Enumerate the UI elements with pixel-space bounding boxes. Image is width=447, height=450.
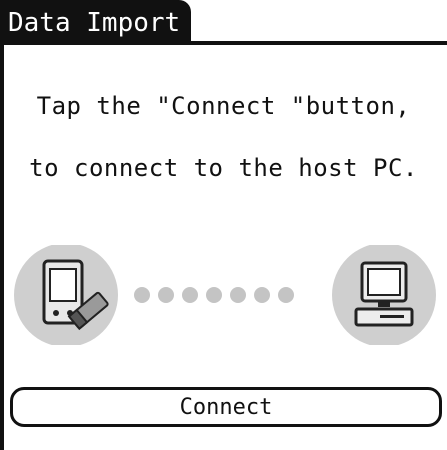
title-divider: [0, 41, 447, 45]
connect-button-label: Connect: [179, 394, 273, 420]
connection-dot: [230, 287, 246, 303]
instruction-line-1: Tap the "Connect "button,: [36, 92, 411, 120]
connection-dot: [206, 287, 222, 303]
connection-dot: [254, 287, 270, 303]
connection-dot: [134, 287, 150, 303]
connection-dots: [134, 287, 294, 303]
connection-illustration: [14, 245, 436, 345]
connection-dot: [278, 287, 294, 303]
instruction-line-2: to connect to the host PC.: [29, 154, 418, 182]
desktop-pc-icon: [332, 245, 436, 345]
connect-button[interactable]: Connect: [10, 387, 442, 427]
window-title: Data Import: [8, 7, 181, 38]
connection-dot: [182, 287, 198, 303]
window-title-tab: Data Import: [0, 0, 191, 45]
connection-dot: [158, 287, 174, 303]
handheld-pda-icon: [14, 245, 118, 345]
